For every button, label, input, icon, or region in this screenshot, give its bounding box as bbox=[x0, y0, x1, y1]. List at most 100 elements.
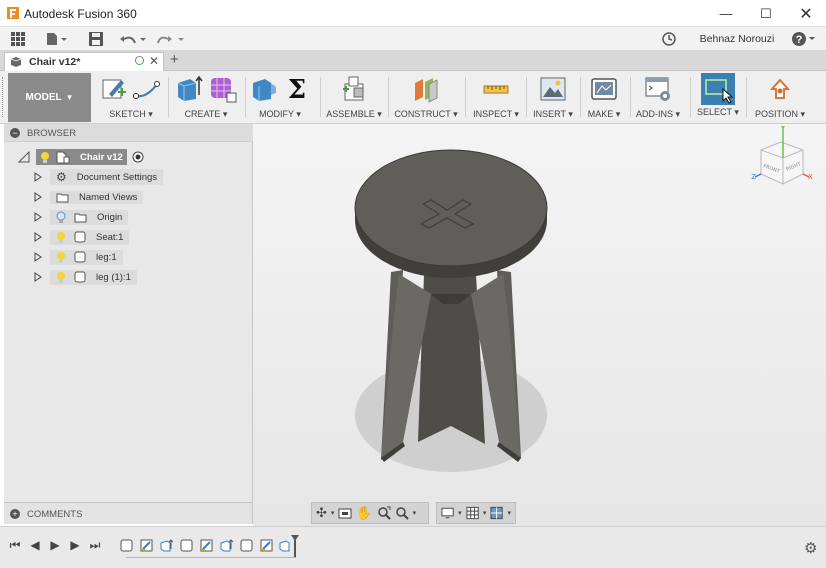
job-status-clock-icon[interactable] bbox=[660, 29, 678, 49]
maximize-button[interactable]: ☐ bbox=[746, 0, 786, 27]
add-ins-group[interactable]: ADD-INS ▾ bbox=[634, 73, 682, 122]
press-pull-icon[interactable] bbox=[250, 75, 278, 103]
line-tool-icon[interactable] bbox=[133, 76, 161, 102]
visibility-bulb-icon[interactable] bbox=[56, 271, 66, 284]
expand-triangle-icon[interactable] bbox=[18, 151, 30, 163]
create-sketch-icon[interactable] bbox=[101, 76, 127, 102]
compute-all-sigma-icon[interactable]: Σ bbox=[284, 75, 310, 103]
timeline-marker-icon[interactable] bbox=[290, 534, 300, 558]
pan-hand-icon[interactable]: ✋ bbox=[356, 505, 372, 521]
orbit-icon[interactable]: ✣ bbox=[316, 505, 327, 521]
timeline-sketch-icon[interactable] bbox=[200, 539, 213, 552]
assemble-group[interactable]: ASSEMBLE ▾ bbox=[324, 73, 384, 122]
close-button[interactable]: ✕ bbox=[786, 0, 826, 27]
go-to-start-icon[interactable]: ⏮ bbox=[7, 537, 23, 553]
visibility-bulb-icon[interactable] bbox=[56, 231, 66, 244]
file-menu-icon[interactable] bbox=[44, 29, 70, 49]
close-tab-icon[interactable]: ✕ bbox=[149, 54, 159, 68]
offset-plane-icon[interactable] bbox=[411, 75, 441, 103]
comments-panel[interactable]: + COMMENTS bbox=[4, 502, 253, 524]
make-group[interactable]: MAKE ▾ bbox=[584, 73, 624, 122]
activate-radio-icon[interactable] bbox=[132, 151, 144, 163]
3d-print-icon[interactable] bbox=[590, 75, 618, 103]
zoom-icon[interactable] bbox=[377, 506, 391, 520]
browser-item-named-views[interactable]: Named Views bbox=[34, 189, 144, 205]
root-label: Chair v12 bbox=[80, 151, 123, 163]
viewcube[interactable]: Y Z X FRONT RIGHT bbox=[751, 124, 813, 190]
timeline-component-icon[interactable] bbox=[180, 539, 193, 552]
select-group[interactable]: SELECT ▾ bbox=[694, 73, 742, 122]
expand-arrow-icon[interactable] bbox=[34, 252, 42, 262]
timeline-extrude-icon[interactable] bbox=[160, 539, 173, 552]
position-group[interactable]: POSITION ▾ bbox=[750, 73, 810, 122]
collapse-browser-icon[interactable]: − bbox=[10, 128, 20, 138]
inspect-group[interactable]: INSPECT ▾ bbox=[470, 73, 522, 122]
modify-group[interactable]: Σ MODIFY ▾ bbox=[248, 73, 312, 122]
modify-label: MODIFY bbox=[259, 109, 294, 119]
insert-group[interactable]: INSERT ▾ bbox=[530, 73, 576, 122]
folder-icon bbox=[56, 193, 69, 202]
undo-icon[interactable] bbox=[118, 29, 148, 49]
grid-settings-icon[interactable] bbox=[466, 506, 479, 520]
data-panel-grid-icon[interactable] bbox=[8, 29, 28, 49]
browser-header[interactable]: − BROWSER bbox=[4, 124, 253, 142]
step-forward-icon[interactable]: ▶ bbox=[67, 537, 83, 553]
browser-item-leg[interactable]: leg:1 bbox=[34, 249, 123, 265]
user-account-menu[interactable]: Behnaz Norouzi bbox=[692, 29, 782, 49]
save-icon[interactable] bbox=[86, 29, 106, 49]
visibility-bulb-icon[interactable] bbox=[56, 251, 66, 264]
new-component-icon[interactable] bbox=[340, 75, 368, 103]
capture-position-icon[interactable] bbox=[767, 76, 793, 102]
display-dropdown-icon[interactable]: ▾ bbox=[458, 509, 462, 517]
timeline-settings-gear-icon[interactable]: ⚙ bbox=[804, 539, 817, 557]
scripts-addins-icon[interactable] bbox=[644, 75, 672, 103]
timeline-sketch-icon[interactable] bbox=[260, 539, 273, 552]
redo-icon[interactable] bbox=[156, 29, 186, 49]
viewports-icon[interactable] bbox=[490, 506, 504, 520]
expand-comments-icon[interactable]: + bbox=[10, 509, 20, 519]
timeline-sketch-icon[interactable] bbox=[140, 539, 153, 552]
create-group[interactable]: CREATE ▾ bbox=[172, 73, 240, 122]
expand-arrow-icon[interactable] bbox=[34, 212, 42, 222]
timeline-component-icon[interactable] bbox=[240, 539, 253, 552]
select-window-icon[interactable] bbox=[701, 73, 735, 105]
visibility-bulb-icon[interactable] bbox=[40, 151, 50, 164]
expand-arrow-icon[interactable] bbox=[34, 232, 42, 242]
browser-item-label: leg (1):1 bbox=[96, 271, 131, 283]
chair-model-view[interactable] bbox=[253, 124, 826, 526]
fit-zoom-icon[interactable] bbox=[395, 506, 409, 520]
browser-item-document-settings[interactable]: ⚙ Document Settings bbox=[34, 169, 164, 185]
look-at-icon[interactable] bbox=[338, 506, 352, 520]
display-settings-icon[interactable] bbox=[441, 506, 454, 520]
grid-dropdown-icon[interactable]: ▾ bbox=[483, 509, 487, 517]
browser-item-leg-1[interactable]: leg (1):1 bbox=[34, 269, 137, 285]
sketch-group[interactable]: SKETCH ▾ bbox=[98, 73, 164, 122]
expand-arrow-icon[interactable] bbox=[34, 192, 42, 202]
form-icon[interactable] bbox=[209, 75, 237, 103]
3d-viewport[interactable]: Y Z X FRONT RIGHT ✣ ▾ ✋ ▾ ▾ ▾ ▾ bbox=[253, 124, 826, 526]
measure-icon[interactable] bbox=[482, 77, 510, 101]
document-tab[interactable]: Chair v12* ✕ bbox=[4, 52, 164, 71]
help-menu[interactable]: ? bbox=[790, 29, 818, 49]
visibility-bulb-off-icon[interactable] bbox=[56, 211, 66, 224]
expand-arrow-icon[interactable] bbox=[34, 172, 42, 182]
minimize-button[interactable]: — bbox=[706, 0, 746, 27]
orbit-dropdown-icon[interactable]: ▾ bbox=[331, 509, 335, 517]
window-title: Autodesk Fusion 360 bbox=[24, 7, 137, 21]
step-back-icon[interactable]: ◀ bbox=[27, 537, 43, 553]
extrude-icon[interactable] bbox=[175, 75, 203, 103]
browser-item-seat[interactable]: Seat:1 bbox=[34, 229, 130, 245]
construct-group[interactable]: CONSTRUCT ▾ bbox=[392, 73, 460, 122]
workspace-selector[interactable]: MODEL ▼ bbox=[8, 73, 91, 122]
new-tab-button[interactable]: + bbox=[170, 51, 179, 68]
insert-image-icon[interactable] bbox=[539, 75, 567, 103]
timeline-component-icon[interactable] bbox=[120, 539, 133, 552]
viewports-dropdown-icon[interactable]: ▾ bbox=[508, 509, 512, 517]
browser-item-origin[interactable]: Origin bbox=[34, 209, 129, 225]
go-to-end-icon[interactable]: ⏭ bbox=[87, 537, 103, 553]
browser-root-row[interactable]: Chair v12 bbox=[18, 149, 144, 165]
zoom-dropdown-icon[interactable]: ▾ bbox=[413, 509, 417, 517]
play-icon[interactable]: ▶ bbox=[47, 537, 63, 553]
timeline-extrude-icon[interactable] bbox=[220, 539, 233, 552]
expand-arrow-icon[interactable] bbox=[34, 272, 42, 282]
